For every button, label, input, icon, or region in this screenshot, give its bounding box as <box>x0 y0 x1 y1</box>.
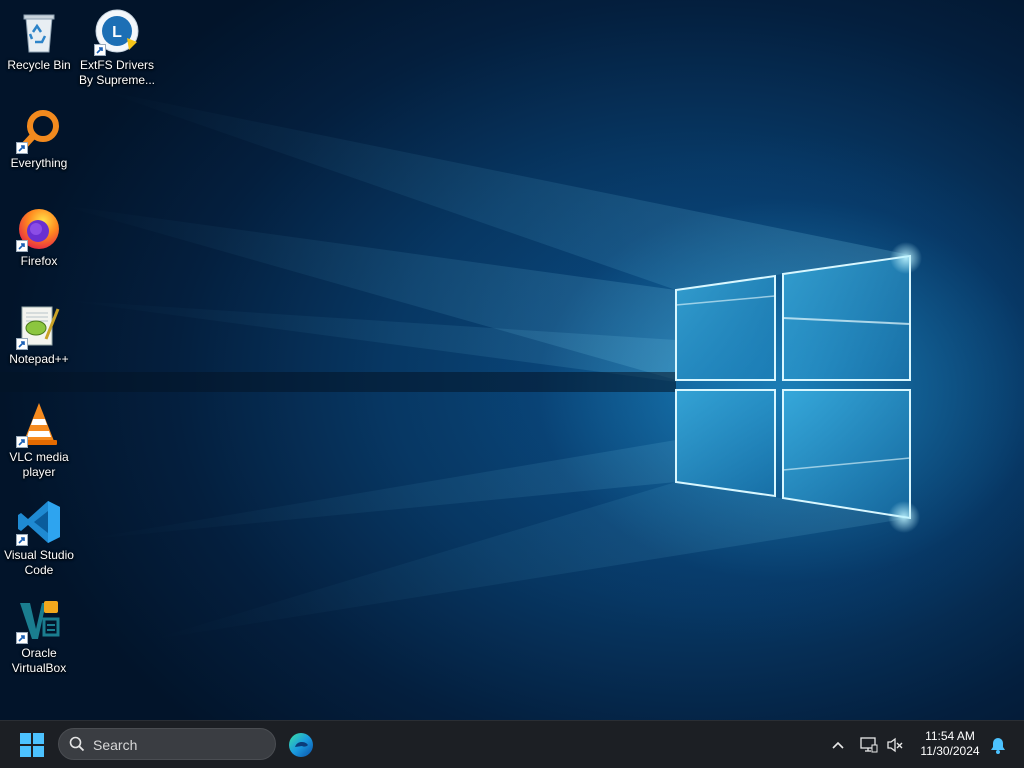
edge-icon <box>289 733 313 757</box>
desktop-icon-notepad-plus-plus[interactable]: Notepad++ <box>0 302 78 367</box>
taskbar-clock[interactable]: 11:54 AM 11/30/2024 <box>912 729 988 759</box>
desktop-icon-label: Recycle Bin <box>7 58 71 72</box>
network-icon <box>860 736 878 752</box>
clock-date: 11/30/2024 <box>920 744 980 758</box>
start-button[interactable] <box>14 729 50 761</box>
search-placeholder: Search <box>93 737 138 753</box>
shortcut-arrow-icon <box>16 142 28 154</box>
desktop[interactable]: Recycle Bin L ExtFS Drivers By Supreme..… <box>0 0 1024 720</box>
chevron-up-icon <box>832 741 844 749</box>
shortcut-arrow-icon <box>94 44 106 56</box>
bell-icon <box>991 737 1005 754</box>
clock-time: 11:54 AM <box>925 729 975 743</box>
shortcut-arrow-icon <box>16 632 28 644</box>
desktop-icon-label: VLC media player <box>9 450 69 479</box>
search-icon <box>69 736 85 752</box>
notifications-button[interactable] <box>988 721 1008 768</box>
desktop-icon-virtualbox[interactable]: Oracle VirtualBox <box>0 596 78 676</box>
desktop-icon-recycle-bin[interactable]: Recycle Bin <box>0 8 78 73</box>
volume-muted-icon <box>887 737 903 752</box>
desktop-icon-label: ExtFS Drivers By Supreme... <box>78 58 156 87</box>
taskbar: Search 11:54 AM 11/30/2024 <box>0 720 1024 768</box>
desktop-icon-everything[interactable]: Everything <box>0 106 78 171</box>
desktop-icon-label: Firefox <box>20 254 58 268</box>
desktop-icon-firefox[interactable]: Firefox <box>0 204 78 269</box>
windows-logo-icon <box>20 733 44 757</box>
shortcut-arrow-icon <box>16 240 28 252</box>
shortcut-arrow-icon <box>16 436 28 448</box>
shortcut-arrow-icon <box>16 338 28 350</box>
desktop-icon-label: Everything <box>10 156 68 170</box>
desktop-icon-vscode[interactable]: Visual Studio Code <box>0 498 78 578</box>
desktop-icon-label: Notepad++ <box>9 352 69 366</box>
desktop-icon-extfs-drivers[interactable]: L ExtFS Drivers By Supreme... <box>78 8 156 88</box>
show-hidden-icons-button[interactable] <box>828 721 848 768</box>
shortcut-arrow-icon <box>16 534 28 546</box>
network-status-button[interactable] <box>858 721 880 768</box>
desktop-icon-label: Oracle VirtualBox <box>11 646 67 675</box>
desktop-icon-label: Visual Studio Code <box>4 548 74 577</box>
desktop-icon-vlc[interactable]: VLC media player <box>0 400 78 480</box>
svg-text:L: L <box>112 24 122 41</box>
windows-wallpaper <box>0 90 922 640</box>
volume-muted-button[interactable] <box>884 721 906 768</box>
taskbar-search-box[interactable]: Search <box>58 728 276 760</box>
recycle-bin-icon <box>23 14 55 53</box>
taskbar-edge-button[interactable] <box>284 729 318 761</box>
